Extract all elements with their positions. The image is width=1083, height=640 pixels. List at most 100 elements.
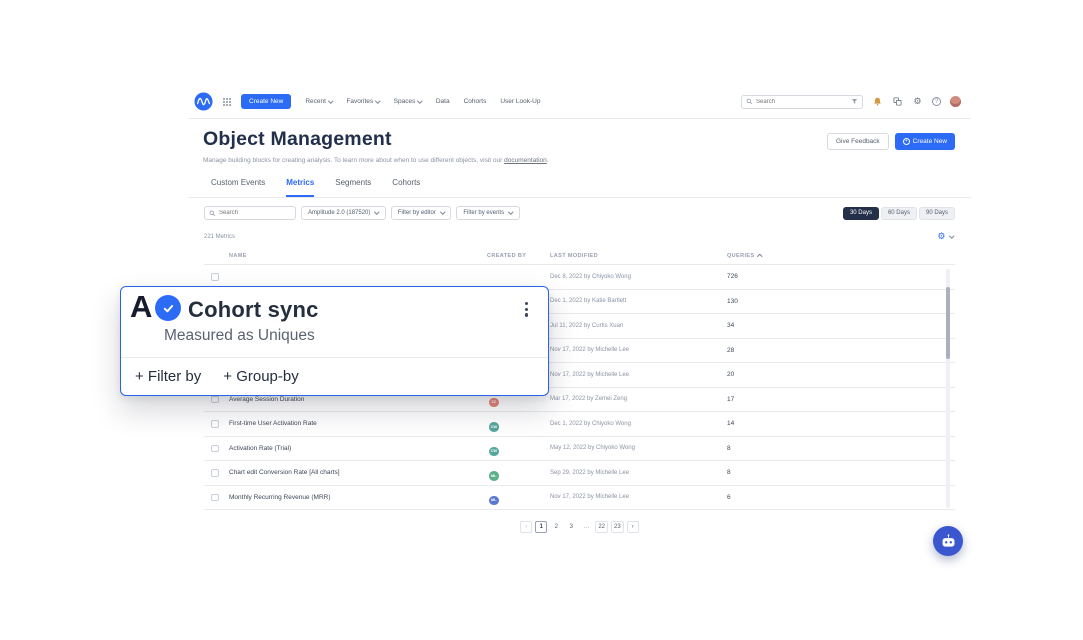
row-checkbox[interactable] (211, 494, 219, 502)
documentation-link[interactable]: documentation (504, 157, 547, 164)
subtitle-text: Manage building blocks for creating anal… (203, 157, 504, 164)
popup-footer: + Filter by + Group-by (135, 357, 299, 396)
page-button-22[interactable]: 22 (595, 521, 608, 533)
bot-icon (940, 533, 957, 550)
subtitle-period: . (547, 157, 549, 164)
last-modified: Dec 1, 2022 by Katie Bartlett (550, 298, 727, 304)
last-modified: Mar 17, 2022 by Zemei Zeng (550, 396, 727, 402)
filter-funnel-icon[interactable] (851, 98, 858, 105)
user-avatar[interactable] (950, 96, 961, 107)
pagination: ‹123…2223› (188, 521, 971, 533)
table-row[interactable]: Monthly Recurring Revenue (MRR)MLNov 17,… (204, 486, 955, 511)
table-row[interactable]: Activation Rate (Trial)CWMay 12, 2022 by… (204, 437, 955, 462)
queries-count: 8 (727, 445, 955, 452)
prev-page-button[interactable]: ‹ (520, 521, 532, 533)
last-modified: Dec 8, 2022 by Chiyoko Wong (550, 274, 727, 280)
verified-badge-icon (155, 295, 181, 321)
metric-title: Cohort sync (188, 297, 319, 323)
create-new-button[interactable]: +Create New (895, 133, 955, 150)
page-button-2[interactable]: 2 (550, 521, 562, 533)
last-modified: Sep 29, 2022 by Michelle Lee (550, 470, 727, 476)
group-by-button[interactable]: + Group-by (223, 368, 298, 385)
last-modified: Jul 11, 2022 by Curtis Xuan (550, 323, 727, 329)
page-button-1[interactable]: 1 (535, 521, 547, 533)
nav-item-spaces[interactable]: Spaces (394, 98, 422, 105)
page-button-3[interactable]: 3 (565, 521, 577, 533)
creator-avatar: ML (489, 496, 499, 506)
queries-count: 14 (727, 420, 955, 427)
metric-name: Monthly Recurring Revenue (MRR) (229, 494, 487, 501)
kebab-menu-icon[interactable] (523, 300, 530, 319)
creator-avatar: CW (489, 447, 499, 457)
table-search[interactable] (204, 206, 296, 220)
tab-cohorts[interactable]: Cohorts (392, 178, 420, 197)
last-modified: Nov 17, 2022 by Michelle Lee (550, 347, 727, 353)
filter-toolbar: Amplitude 2.0 (187520) Filter by editor Fi… (188, 206, 971, 220)
table-search-input[interactable] (219, 210, 291, 216)
nav-search[interactable] (741, 95, 863, 109)
tab-metrics[interactable]: Metrics (286, 178, 314, 197)
apps-grid-icon[interactable] (222, 97, 232, 107)
filter-dropdown-amplitude-2-0-187520[interactable]: Amplitude 2.0 (187520) (301, 206, 386, 220)
amplitude-logo[interactable] (194, 92, 213, 111)
last-modified: Dec 1, 2022 by Chiyoko Wong (550, 421, 727, 427)
queries-count: 726 (727, 273, 955, 280)
queries-count: 34 (727, 322, 955, 329)
row-checkbox[interactable] (211, 469, 219, 477)
tab-segments[interactable]: Segments (335, 178, 371, 197)
row-checkbox[interactable] (211, 445, 219, 453)
settings-gear-icon[interactable]: ⚙ (912, 96, 923, 107)
search-icon (209, 210, 216, 217)
col-last-modified[interactable]: LAST MODIFIED (550, 253, 727, 259)
row-checkbox[interactable] (211, 273, 219, 281)
nav-search-input[interactable] (756, 99, 848, 105)
col-created-by[interactable]: CREATED BY (487, 253, 550, 259)
range-60-days[interactable]: 60 Days (881, 207, 917, 220)
col-queries[interactable]: QUERIES (727, 253, 955, 259)
chevron-down-icon (375, 210, 380, 215)
nav-create-new-button[interactable]: Create New (241, 94, 291, 109)
range-buttons: 30 Days60 Days90 Days (843, 207, 955, 220)
nav-item-user-look-up[interactable]: User Look-Up (500, 98, 540, 105)
col-name[interactable]: NAME (229, 253, 487, 259)
range-90-days[interactable]: 90 Days (919, 207, 955, 220)
windows-icon[interactable] (892, 96, 903, 107)
table-row[interactable]: Chart edit Conversion Rate [All charts]M… (204, 461, 955, 486)
table-row[interactable]: First-time User Activation RateCWDec 1, … (204, 412, 955, 437)
create-new-label: Create New (913, 138, 947, 145)
table-header: NAME CREATED BY LAST MODIFIED QUERIES (204, 248, 955, 265)
chevron-down-icon (375, 98, 380, 103)
page-button-23[interactable]: 23 (611, 521, 624, 533)
tab-custom-events[interactable]: Custom Events (211, 178, 265, 197)
top-nav: Create New Recent Favorites Spaces Data Coho… (188, 85, 971, 119)
help-icon[interactable]: ? (932, 97, 941, 106)
queries-count: 6 (727, 494, 955, 501)
range-30-days[interactable]: 30 Days (843, 207, 879, 220)
help-fab[interactable] (933, 526, 963, 556)
creator-avatar: ZZ (489, 398, 499, 408)
scrollbar-track[interactable] (946, 269, 950, 508)
row-checkbox[interactable] (211, 396, 219, 404)
nav-item-favorites[interactable]: Favorites (346, 98, 379, 105)
page-title: Object Management (203, 128, 549, 151)
filter-by-button[interactable]: + Filter by (135, 368, 201, 385)
metric-name: Chart edit Conversion Rate [All charts] (229, 469, 487, 476)
filter-dropdown-filter-by-events[interactable]: Filter by events (456, 206, 519, 220)
count-row: 221 Metrics ⚙ (188, 232, 971, 241)
queries-count: 8 (727, 469, 955, 476)
page-header-left: Object Management Manage building blocks… (203, 128, 549, 164)
metrics-count: 221 Metrics (204, 234, 235, 240)
nav-item-cohorts[interactable]: Cohorts (464, 98, 487, 105)
search-icon (746, 98, 753, 105)
creator-avatar: CW (489, 422, 499, 432)
filter-dropdown-filter-by-editor[interactable]: Filter by editor (391, 206, 452, 220)
nav-item-data[interactable]: Data (436, 98, 450, 105)
row-checkbox[interactable] (211, 420, 219, 428)
scrollbar-thumb[interactable] (946, 287, 950, 359)
chevron-down-icon (949, 233, 954, 238)
next-page-button[interactable]: › (627, 521, 639, 533)
give-feedback-button[interactable]: Give Feedback (827, 133, 889, 150)
nav-item-recent[interactable]: Recent (305, 98, 332, 105)
notifications-bell-icon[interactable] (872, 96, 883, 107)
table-settings-button[interactable]: ⚙ (937, 232, 953, 241)
